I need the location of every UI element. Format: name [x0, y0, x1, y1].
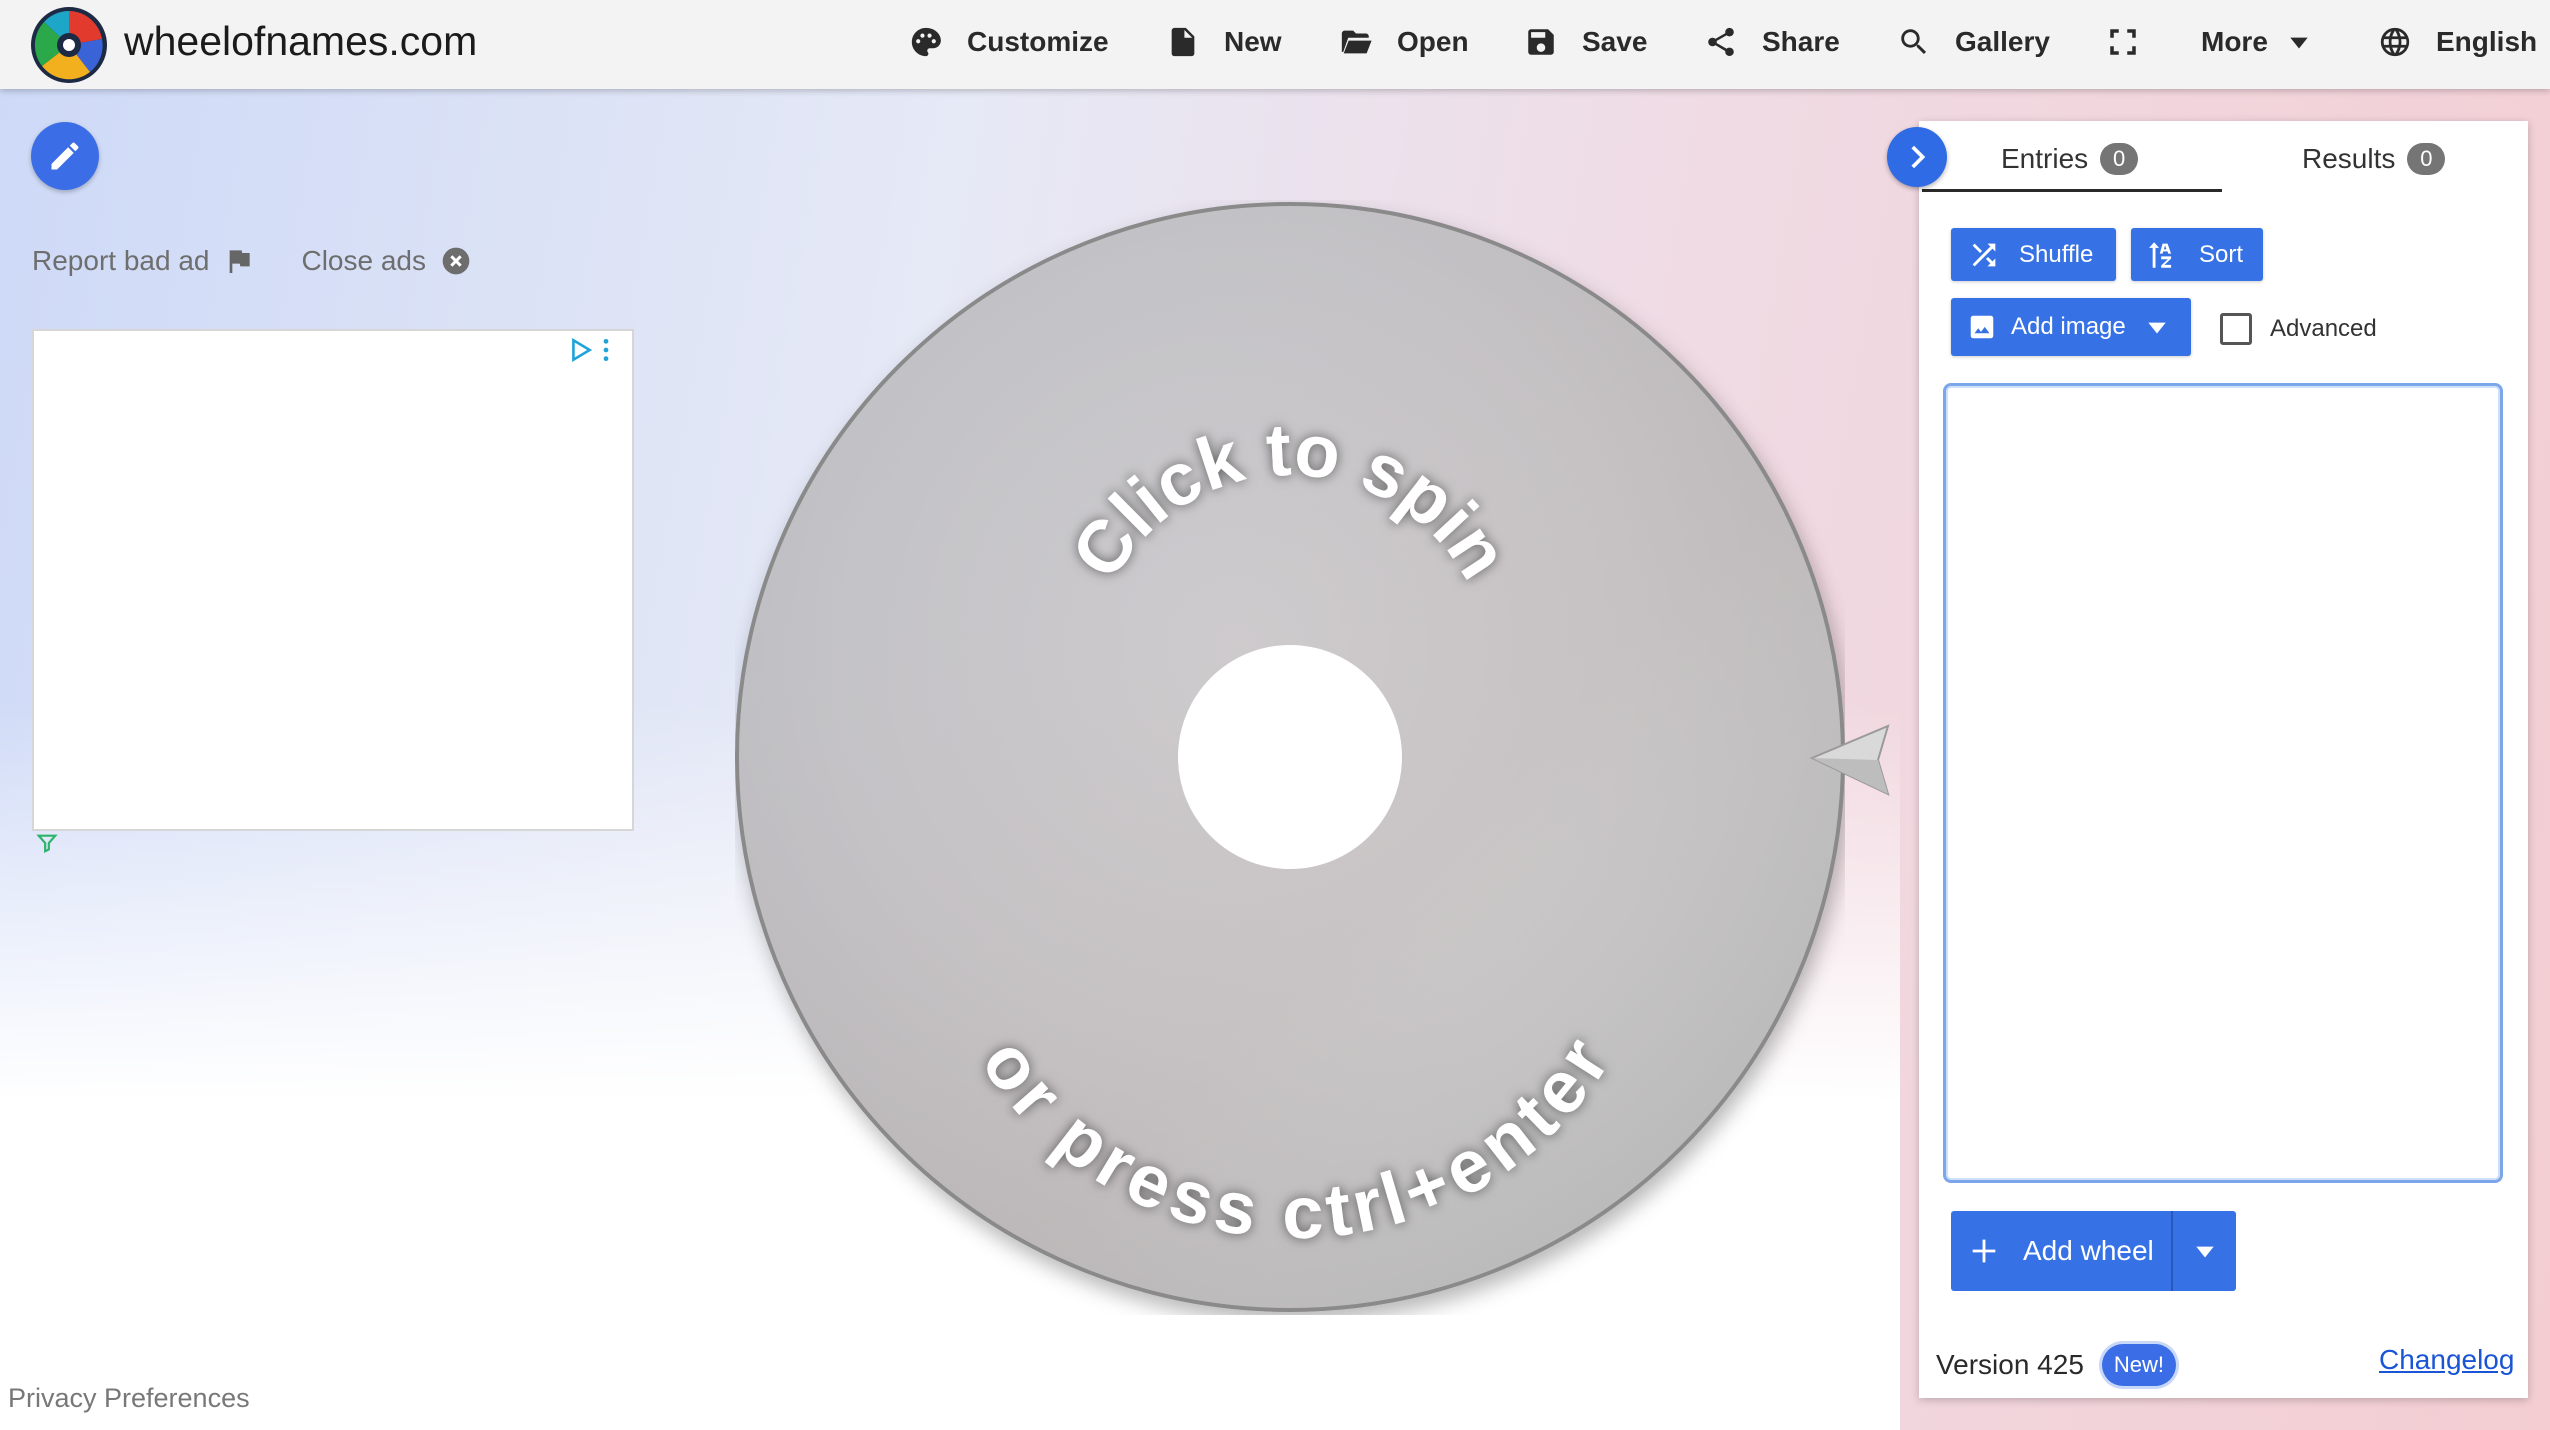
nav-new[interactable]: New: [1166, 20, 1282, 64]
close-circle-icon: [442, 247, 470, 275]
advanced-checkbox-row[interactable]: Advanced: [2220, 313, 2377, 345]
plus-icon: [1972, 1239, 1996, 1263]
flag-icon: [230, 250, 251, 273]
chevron-right-icon: [1911, 145, 1926, 169]
report-bad-ad-label: Report bad ad: [32, 245, 210, 276]
add-image-button[interactable]: Add image: [1951, 298, 2191, 356]
save-icon: [1528, 29, 1554, 55]
add-wheel-dropdown[interactable]: [2173, 1211, 2236, 1291]
nav-save[interactable]: Save: [1524, 20, 1647, 64]
add-wheel-label: Add wheel: [2023, 1235, 2154, 1266]
nav-label: Gallery: [1955, 26, 2050, 57]
caret-down-icon: [2290, 37, 2308, 49]
fullscreen-icon: [2110, 29, 2136, 55]
adchoices-icon[interactable]: [568, 337, 594, 363]
ad-menu-dots-icon[interactable]: [600, 337, 612, 363]
changelog-link[interactable]: Changelog: [2379, 1344, 2514, 1376]
entries-textarea[interactable]: [1943, 383, 2503, 1183]
results-count-badge: 0: [2407, 143, 2446, 175]
sort-label: Sort: [2199, 240, 2244, 268]
pencil-icon: [51, 142, 79, 170]
sort-button[interactable]: Sort: [2131, 228, 2263, 281]
version-info: Version 425 New!: [1936, 1344, 2177, 1386]
nav-label: Open: [1397, 26, 1469, 57]
tab-results-label: Results: [2302, 143, 2396, 174]
nav-share[interactable]: Share: [1704, 20, 1840, 64]
sort-icon: [2149, 241, 2172, 268]
new-badge: New!: [2101, 1344, 2177, 1386]
nav-customize[interactable]: Customize: [909, 20, 1109, 64]
folder-open-icon: [1341, 30, 1372, 54]
share-icon: [1708, 27, 1734, 57]
wheel-graphic[interactable]: Click to spin or press ctrl+enter: [735, 200, 1845, 1315]
nav-label: Customize: [967, 26, 1109, 57]
nav-label: Save: [1582, 26, 1648, 57]
edit-button[interactable]: [31, 122, 99, 190]
add-wheel-button[interactable]: Add wheel: [1951, 1211, 2236, 1291]
site-title[interactable]: wheelofnames.com: [124, 18, 477, 65]
collapse-panel-button[interactable]: [1887, 127, 1947, 187]
ad-links: Report bad ad Close ads: [32, 245, 472, 277]
tab-entries-label: Entries: [2001, 143, 2089, 174]
top-bar: wheelofnames.com Customize New Open Save…: [0, 0, 2550, 89]
shuffle-label: Shuffle: [2019, 240, 2094, 268]
advanced-label: Advanced: [2270, 315, 2377, 342]
nav-fullscreen[interactable]: [2106, 20, 2140, 64]
nav-more[interactable]: More: [2201, 20, 2312, 64]
caret-down-icon: [2148, 322, 2166, 334]
active-tab-indicator: [1922, 189, 2222, 192]
image-icon: [1970, 315, 1994, 339]
version-label: Version 425: [1936, 1349, 2084, 1380]
caret-down-icon: [2195, 1246, 2214, 1258]
nav-label: New: [1224, 26, 1282, 57]
nav-label: Share: [1762, 26, 1840, 57]
nav-language[interactable]: English: [2378, 20, 2537, 64]
globe-icon: [2380, 27, 2410, 57]
tab-entries[interactable]: Entries 0: [2001, 138, 2139, 180]
tab-results[interactable]: Results 0: [2302, 138, 2446, 180]
advanced-checkbox[interactable]: [2220, 313, 2252, 345]
nav-label: English: [2436, 26, 2538, 57]
entries-count-badge: 0: [2100, 143, 2139, 175]
add-wheel-main[interactable]: Add wheel: [1951, 1211, 2173, 1291]
file-icon: [1171, 27, 1195, 57]
search-icon: [1901, 29, 1927, 55]
report-bad-ad-link[interactable]: Report bad ad: [32, 245, 255, 277]
close-ads-label: Close ads: [301, 245, 426, 276]
spin-wheel[interactable]: Click to spin or press ctrl+enter: [735, 200, 1845, 1315]
nav-gallery[interactable]: Gallery: [1897, 20, 2050, 64]
wheel-pointer: [1810, 724, 1890, 796]
wheel-center: [1178, 645, 1402, 869]
shuffle-button[interactable]: Shuffle: [1951, 228, 2116, 281]
privacy-preferences-link[interactable]: Privacy Preferences: [8, 1383, 250, 1414]
ad-funnel-icon: [36, 834, 58, 854]
wheel-logo-icon[interactable]: [30, 6, 108, 84]
shuffle-icon: [1972, 243, 1996, 266]
nav-open[interactable]: Open: [1339, 20, 1469, 64]
ad-slot[interactable]: [32, 329, 634, 831]
nav-label: More: [2201, 26, 2268, 57]
close-ads-link[interactable]: Close ads: [301, 245, 472, 277]
palette-icon: [911, 27, 941, 57]
add-image-label: Add image: [2011, 313, 2126, 340]
